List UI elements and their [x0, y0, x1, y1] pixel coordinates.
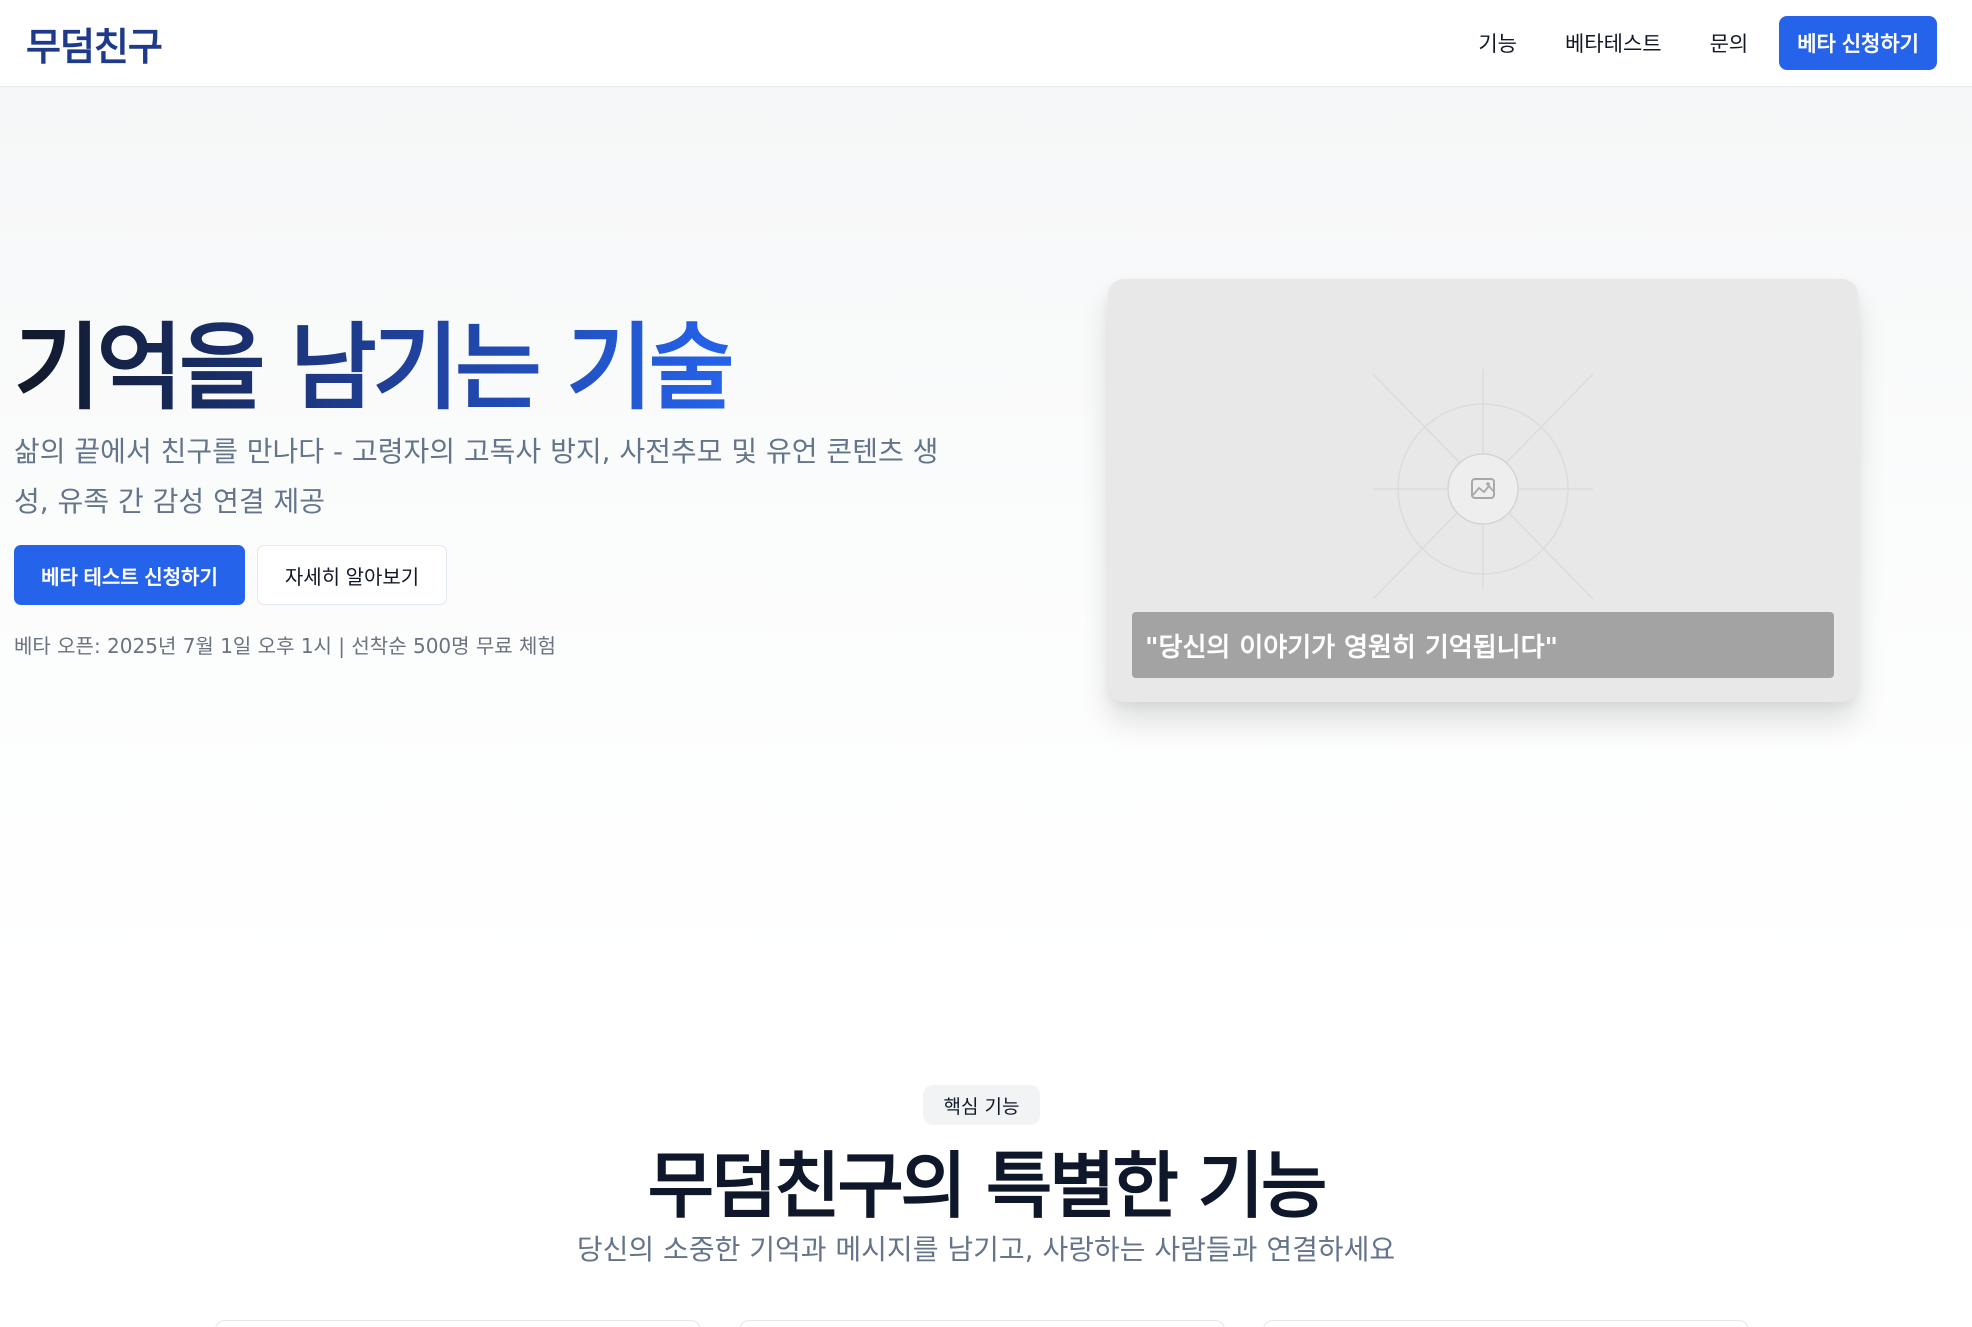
- feature-card: [1263, 1320, 1749, 1327]
- beta-test-apply-button[interactable]: 베타 테스트 신청하기: [14, 545, 245, 605]
- site-header: 무덤친구 기능 베타테스트 문의 베타 신청하기: [0, 0, 1972, 87]
- features-subtitle: 당신의 소중한 기억과 메시지를 남기고, 사랑하는 사람들과 연결하세요: [576, 1233, 1396, 1266]
- main-nav: 기능 베타테스트 문의 베타 신청하기: [1478, 16, 1937, 70]
- core-features-badge: 핵심 기능: [923, 1085, 1040, 1125]
- hero-image-card: "당신의 이야기가 영원히 기억됩니다": [1108, 279, 1858, 702]
- features-title: 무덤친구의 특별한 기능: [647, 1144, 1328, 1228]
- nav-link-beta-test[interactable]: 베타테스트: [1565, 28, 1662, 58]
- hero-subtitle: 삶의 끝에서 친구를 만나다 - 고령자의 고독사 방지, 사전추모 및 유언 …: [14, 435, 939, 518]
- hero-title: 기억을 남기는 기술: [14, 314, 735, 423]
- beta-open-note: 베타 오픈: 2025년 7월 1일 오후 1시 | 선착순 500명 무료 체…: [14, 634, 556, 658]
- feature-card: [739, 1320, 1225, 1327]
- image-icon: [1447, 453, 1519, 525]
- learn-more-button[interactable]: 자세히 알아보기: [257, 545, 447, 605]
- logo[interactable]: 무덤친구: [26, 16, 163, 71]
- hero-section: 기억을 남기는 기술 삶의 끝에서 친구를 만나다 - 고령자의 고독사 방지,…: [0, 87, 1972, 987]
- landing-page: 무덤친구 기능 베타테스트 문의 베타 신청하기 기억을 남기는 기술 삶의 끝…: [0, 0, 1972, 1327]
- features-section: 핵심 기능 무덤친구의 특별한 기능 당신의 소중한 기억과 메시지를 남기고,…: [0, 987, 1972, 1327]
- image-caption: "당신의 이야기가 영원히 기억됩니다": [1132, 612, 1834, 678]
- beta-apply-button[interactable]: 베타 신청하기: [1779, 16, 1937, 70]
- feature-card: [215, 1320, 701, 1327]
- nav-link-contact[interactable]: 문의: [1710, 28, 1749, 58]
- nav-link-features[interactable]: 기능: [1478, 28, 1517, 58]
